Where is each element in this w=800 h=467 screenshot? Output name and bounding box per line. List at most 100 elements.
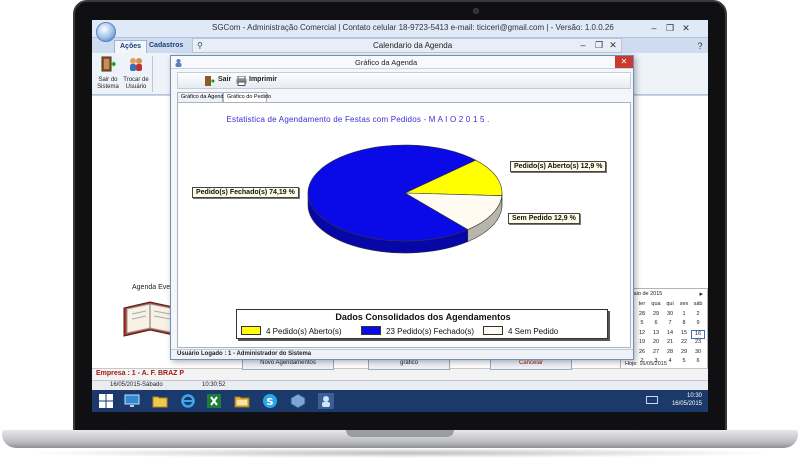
main-window-title: SGCom - Administração Comercial | Contat… [212, 23, 614, 32]
calendar-day[interactable]: 14 [663, 330, 677, 340]
status-time: 10:30:52 [202, 382, 226, 388]
app-menu-button[interactable] [96, 22, 116, 42]
legend-item-sem-pedido: 4 Sem Pedido [483, 326, 558, 336]
calendar-weekday-row: ter qua qui sex sáb [635, 301, 705, 311]
internet-explorer-icon[interactable] [180, 393, 196, 409]
tab-grafico-pedido[interactable]: Gráfico do Pedido [223, 92, 271, 102]
dialog-toolbar: Sair Imprimir [177, 72, 631, 89]
calendar-day[interactable]: 29 [677, 349, 691, 359]
legend-swatch [241, 326, 261, 335]
calendar-week-row: 5 6 7 8 9 [635, 320, 705, 330]
chart-legend: Dados Consolidados dos Agendamentos 4 Pe… [236, 309, 608, 339]
calendar-day[interactable]: 13 [649, 330, 663, 340]
tray-date: 16/05/2015 [671, 401, 702, 407]
calendar-day[interactable]: 27 [649, 349, 663, 359]
calendar-today-link[interactable]: Hoje: 16/05/2015 [625, 361, 667, 367]
tab-cadastros[interactable]: Cadastros [144, 40, 188, 53]
monitor-icon[interactable] [124, 393, 140, 409]
calendar-day[interactable]: 28 [635, 311, 649, 321]
dialog-statusbar: Usuário Logado : 1 - Administrador do Si… [171, 349, 633, 359]
calendar-day[interactable]: 2 [691, 311, 705, 321]
empresa-label: Empresa : 1 - A. F. BRAZ P [96, 370, 185, 377]
exit-door-icon [101, 56, 117, 72]
logged-user-status: Usuário Logado : 1 - Administrador do Si… [177, 351, 312, 357]
weekday-label: qui [666, 301, 674, 307]
tray-clock[interactable]: 10:30 16/05/2015 [672, 392, 702, 408]
windows-start-icon[interactable] [98, 393, 114, 409]
weekday-label: qua [651, 301, 661, 307]
dialog-close-button[interactable]: ✕ [615, 56, 633, 68]
callout-fechado: Pedido(s) Fechado(s) 74,19 % [192, 187, 299, 198]
camera-icon [473, 8, 479, 14]
sair-button[interactable]: Sair [218, 76, 231, 83]
tab-grafico-agenda[interactable]: Gráfico da Agenda [177, 92, 227, 102]
legend-label: 4 Pedido(s) Aberto(s) [266, 327, 342, 336]
weekday-label: sex [679, 301, 689, 307]
calendar-day-selected[interactable]: 16 [691, 329, 705, 339]
calendar-day[interactable]: 30 [663, 311, 677, 321]
calendar-day[interactable]: 5 [677, 358, 691, 368]
calendar-week-row: 19 20 21 22 23 [635, 339, 705, 349]
restore-button[interactable]: ❐ [662, 22, 678, 35]
tab-acoes[interactable]: Ações [114, 40, 148, 53]
callout-sem-pedido: Sem Pedido 12,9 % [508, 213, 580, 224]
calendar-day[interactable]: 7 [663, 320, 677, 330]
keyboard-icon[interactable] [646, 396, 658, 404]
agenda-minimize-button[interactable]: – [575, 39, 591, 52]
virtualbox-icon[interactable] [290, 393, 306, 409]
printer-icon [236, 76, 247, 86]
calendar-day[interactable]: 9 [691, 320, 705, 330]
calendar-day[interactable]: 29 [649, 311, 663, 321]
dialog-title: Gráfico da Agenda [355, 58, 418, 67]
excel-icon[interactable] [206, 393, 222, 409]
calendar-day[interactable]: 5 [635, 320, 649, 330]
legend-swatch [361, 326, 381, 335]
laptop-shadow [20, 448, 780, 458]
calendar-day[interactable]: 28 [663, 349, 677, 359]
calendar-month: maio de 2015 [629, 291, 663, 297]
calendar-day[interactable]: 8 [677, 320, 691, 330]
chevron-right-icon[interactable]: ▸ [699, 290, 703, 298]
calendar-day[interactable]: 15 [677, 330, 691, 340]
calendar-day[interactable]: 30 [691, 349, 705, 359]
legend-swatch [483, 326, 503, 335]
trocar-de-usuario-button[interactable]: Trocar de Usuário [122, 56, 150, 94]
legend-item-aberto: 4 Pedido(s) Aberto(s) [241, 326, 342, 336]
minimize-button[interactable]: – [646, 22, 662, 35]
legend-item-fechado: 23 Pedido(s) Fechado(s) [361, 326, 474, 336]
calendar-day[interactable]: 26 [635, 349, 649, 359]
explorer-folder-icon[interactable] [234, 393, 250, 409]
close-button[interactable]: ✕ [678, 22, 694, 35]
callout-aberto: Pedido(s) Aberto(s) 12,9 % [510, 161, 607, 172]
dialog-titlebar: Gráfico da Agenda ✕ [171, 56, 633, 69]
help-button[interactable]: ? [692, 40, 708, 53]
agenda-window-titlebar: ⚲ Calendario da Agenda – ❐ ✕ [192, 38, 622, 53]
folder-icon[interactable] [152, 393, 168, 409]
calendar-day[interactable]: 22 [677, 339, 691, 349]
main-titlebar: SGCom - Administração Comercial | Contat… [92, 20, 708, 38]
user-icon: ⚲ [197, 41, 203, 50]
grafico-dialog: Gráfico da Agenda ✕ Sair Imprimir Gráfic… [170, 55, 634, 360]
calendar-day[interactable]: 19 [635, 339, 649, 349]
sair-do-sistema-button[interactable]: Sair do Sistema [94, 56, 122, 94]
calendar-day[interactable]: 6 [691, 358, 705, 368]
calendar-week-row: 28 29 30 1 2 [635, 311, 705, 321]
sgcom-app-icon[interactable] [318, 393, 334, 409]
agenda-window-title: Calendario da Agenda [373, 41, 453, 50]
users-icon [130, 58, 142, 71]
calendar-day[interactable]: 1 [677, 311, 691, 321]
calendar-day[interactable]: 23 [691, 339, 705, 349]
imprimir-button[interactable]: Imprimir [249, 76, 277, 83]
calendar-day[interactable]: 20 [649, 339, 663, 349]
legend-title: Dados Consolidados dos Agendamentos [335, 312, 511, 322]
calendar-day[interactable]: 21 [663, 339, 677, 349]
laptop-notch [346, 430, 454, 437]
main-statusbar: 16/05/2015-Sábado 10:30:52 [92, 380, 708, 390]
agenda-close-button[interactable]: ✕ [605, 39, 621, 52]
calendar-day[interactable]: 12 [635, 330, 649, 340]
chart-area: Estatistica de Agendamento de Festas com… [177, 102, 631, 348]
calendar-day[interactable]: 6 [649, 320, 663, 330]
skype-icon[interactable]: S [262, 393, 278, 409]
calendar-week-row: 12 13 14 15 16 [635, 329, 705, 340]
screen: SGCom - Administração Comercial | Contat… [92, 20, 708, 412]
